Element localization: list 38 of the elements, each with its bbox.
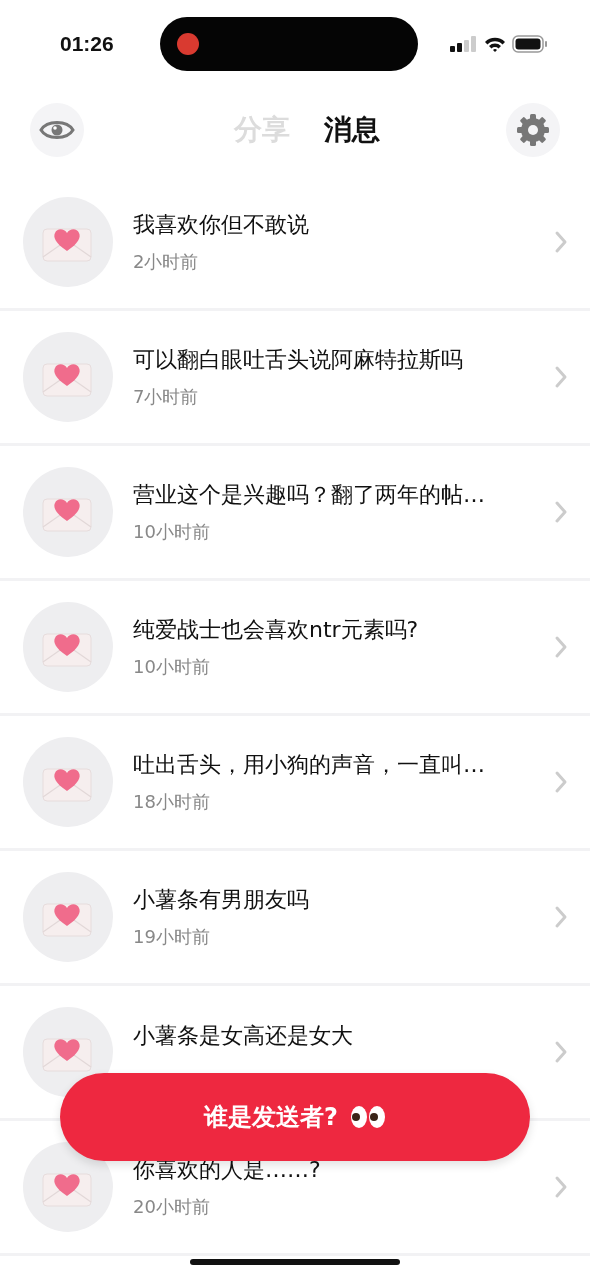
- eye-icon: [39, 118, 75, 142]
- message-time: 2小时前: [133, 250, 200, 274]
- message-row[interactable]: 纯爱战士也会喜欢ntr元素吗? 10小时前: [0, 581, 590, 716]
- eyes-icon: [349, 1105, 386, 1129]
- message-title: 小薯条有男朋友吗: [133, 886, 310, 914]
- message-title: 我喜欢你但不敢说: [133, 211, 310, 239]
- settings-icon: [516, 113, 550, 147]
- chevron-right-icon: [554, 365, 568, 389]
- message-time: 10小时前: [133, 520, 211, 544]
- chevron-right-icon: [554, 1175, 568, 1199]
- chevron-right-icon: [554, 500, 568, 524]
- signal-icon: [450, 35, 478, 53]
- message-row[interactable]: 小薯条有男朋友吗 19小时前: [0, 851, 590, 986]
- battery-icon: [512, 35, 548, 53]
- message-title: 吐出舌头，用小狗的声音，一直叫…: [133, 751, 486, 779]
- message-row[interactable]: 营业这个是兴趣吗？翻了两年的帖… 10小时前: [0, 446, 590, 581]
- recording-dot-icon: [176, 32, 200, 56]
- chevron-right-icon: [554, 1040, 568, 1064]
- status-time: 01:26: [60, 32, 115, 56]
- who-sent-toast[interactable]: 谁是发送者?: [60, 1073, 530, 1161]
- message-row[interactable]: 我喜欢你但不敢说 2小时前: [0, 176, 590, 311]
- message-time: 18小时前: [133, 790, 211, 814]
- message-title: 营业这个是兴趣吗？翻了两年的帖…: [133, 481, 486, 509]
- chevron-right-icon: [554, 230, 568, 254]
- message-title: 纯爱战士也会喜欢ntr元素吗?: [133, 616, 420, 644]
- message-row[interactable]: 可以翻白眼吐舌头说阿麻特拉斯吗 7小时前: [0, 311, 590, 446]
- message-time: 7小时前: [133, 385, 200, 409]
- tab[interactable]: 消息: [324, 111, 380, 149]
- message-time: 10小时前: [133, 655, 211, 679]
- message-time: 19小时前: [133, 925, 211, 949]
- chevron-right-icon: [554, 770, 568, 794]
- chevron-right-icon: [554, 635, 568, 659]
- message-row[interactable]: 吐出舌头，用小狗的声音，一直叫… 18小时前: [0, 716, 590, 851]
- message-title: 可以翻白眼吐舌头说阿麻特拉斯吗: [133, 346, 464, 374]
- wifi-icon: [484, 35, 506, 53]
- message-title: 小薯条是女高还是女大: [133, 1022, 354, 1050]
- message-time: 20小时前: [133, 1195, 211, 1219]
- chevron-right-icon: [554, 905, 568, 929]
